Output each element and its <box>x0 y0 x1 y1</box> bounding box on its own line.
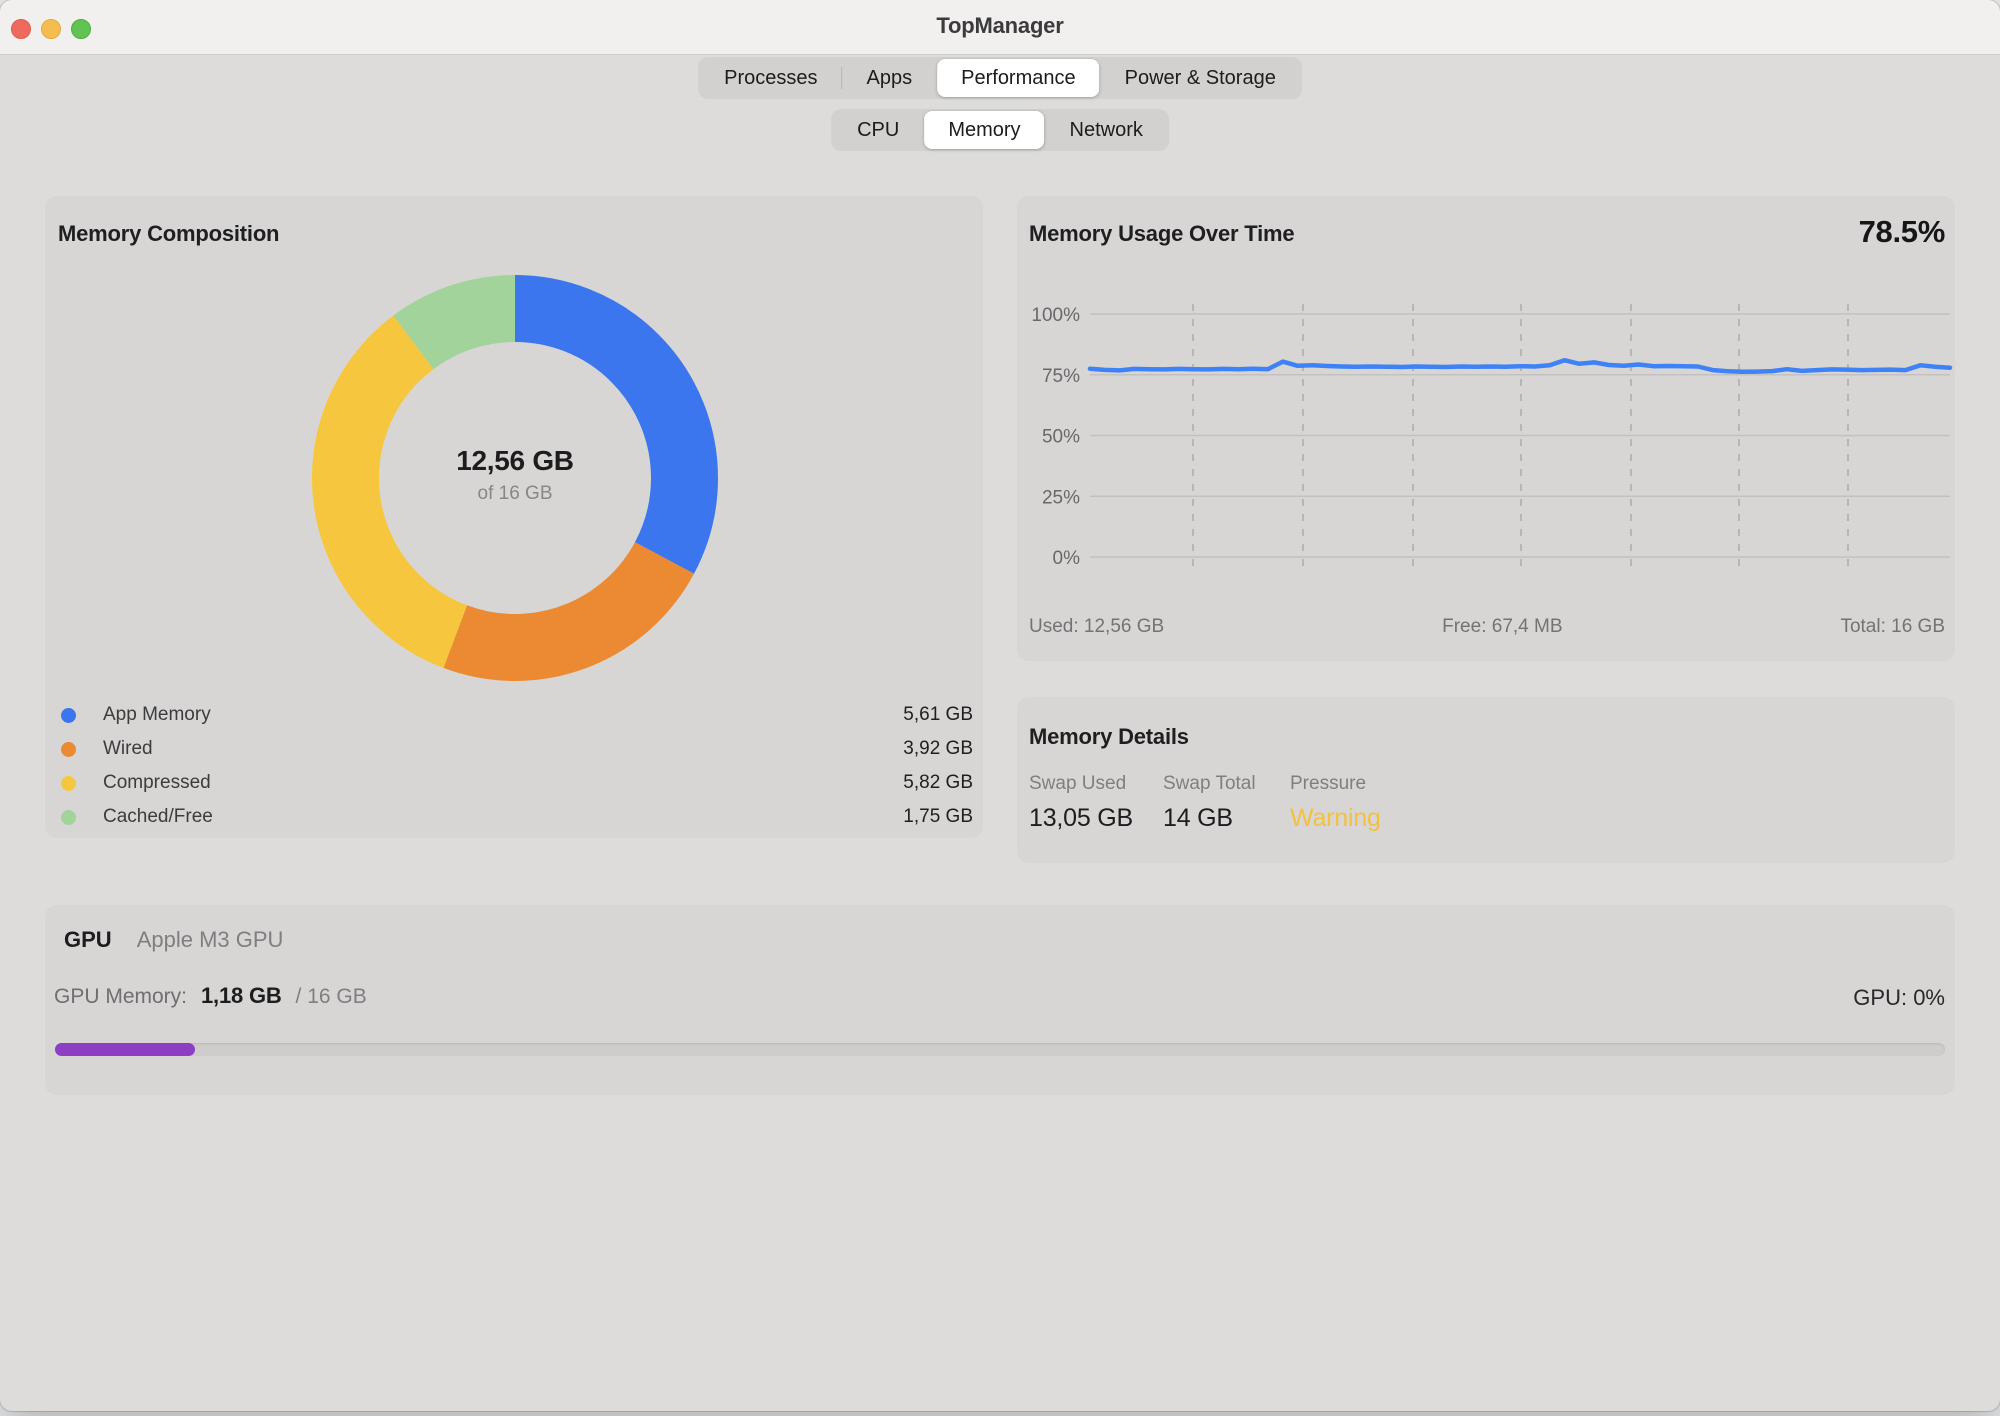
gpu-memory-used: 1,18 GB <box>201 983 282 1009</box>
main-tab-bar: ProcessesAppsPerformancePower & Storage <box>698 57 1302 99</box>
details-value: 14 GB <box>1163 804 1256 833</box>
usage-footer-used: Used: 12,56 GB <box>1029 616 1164 638</box>
y-axis-tick-label: 100% <box>1031 305 1080 326</box>
subtab-cpu[interactable]: CPU <box>833 111 923 149</box>
tab-power-storage[interactable]: Power & Storage <box>1101 59 1300 97</box>
details-col-pressure: Pressure Warning <box>1290 773 1381 833</box>
memory-details-title: Memory Details <box>1029 724 1189 750</box>
details-label: Swap Used <box>1029 773 1133 795</box>
memory-composition-panel: Memory Composition 12,56 GB of 16 GB App… <box>45 196 983 838</box>
memory-usage-series-line <box>1090 360 1950 372</box>
gpu-memory-label: GPU Memory: <box>54 985 187 1009</box>
subtab-memory[interactable]: Memory <box>924 111 1044 149</box>
app-window: TopManager ProcessesAppsPerformancePower… <box>0 0 2000 1411</box>
legend-item: Compressed 5,82 GB <box>61 766 973 800</box>
gpu-device-name: Apple M3 GPU <box>137 927 284 953</box>
legend-color-dot <box>61 708 76 723</box>
y-axis-tick-label: 50% <box>1042 427 1080 448</box>
gpu-panel: GPU Apple M3 GPU GPU Memory: 1,18 GB / 1… <box>45 905 1955 1095</box>
legend-value: 5,82 GB <box>903 772 973 794</box>
gpu-memory-total: / 16 GB <box>296 985 367 1009</box>
details-col-swap-total: Swap Total 14 GB <box>1163 773 1256 833</box>
memory-composition-legend: App Memory 5,61 GB Wired 3,92 GB Compressed 5… <box>61 698 973 834</box>
donut-center-text: 12,56 GB of 16 GB <box>365 445 665 505</box>
y-axis-tick-label: 0% <box>1053 548 1081 569</box>
subtab-network[interactable]: Network <box>1046 111 1167 149</box>
legend-label: Cached/Free <box>103 806 213 828</box>
y-axis-tick-label: 25% <box>1042 487 1080 508</box>
legend-item: Wired 3,92 GB <box>61 732 973 766</box>
legend-color-dot <box>61 776 76 791</box>
gpu-memory-row: GPU Memory: 1,18 GB / 16 GB <box>54 983 367 1009</box>
gpu-header: GPU Apple M3 GPU <box>64 927 283 953</box>
tab-processes[interactable]: Processes <box>700 59 841 97</box>
window-title: TopManager <box>0 13 2000 39</box>
gpu-memory-progress-track <box>55 1043 1945 1056</box>
details-label: Pressure <box>1290 773 1381 795</box>
usage-footer-total: Total: 16 GB <box>1840 616 1945 638</box>
legend-value: 3,92 GB <box>903 738 973 760</box>
legend-label: Compressed <box>103 772 211 794</box>
legend-value: 1,75 GB <box>903 806 973 828</box>
tab-apps[interactable]: Apps <box>843 59 937 97</box>
gpu-heading: GPU <box>64 927 112 953</box>
usage-footer-free: Free: 67,4 MB <box>1442 616 1562 638</box>
memory-composition-title: Memory Composition <box>58 221 279 247</box>
y-axis-tick-label: 75% <box>1042 366 1080 387</box>
legend-value: 5,61 GB <box>903 704 973 726</box>
memory-details-panel: Memory Details Swap Used 13,05 GB Swap Tot… <box>1017 697 1955 863</box>
legend-color-dot <box>61 810 76 825</box>
titlebar: TopManager <box>0 0 2000 55</box>
legend-label: App Memory <box>103 704 211 726</box>
memory-used-total: 12,56 GB <box>365 445 665 477</box>
details-value: 13,05 GB <box>1029 804 1133 833</box>
legend-item: App Memory 5,61 GB <box>61 698 973 732</box>
tab-performance[interactable]: Performance <box>937 59 1100 97</box>
memory-usage-line-chart: 100% 75% 50% 25% 0% <box>1017 196 1955 661</box>
memory-usage-panel: Memory Usage Over Time 78.5% 100%75%50%2… <box>1017 196 1955 661</box>
gpu-memory-progress-fill <box>55 1043 195 1056</box>
details-value: Warning <box>1290 804 1381 833</box>
details-col-swap-used: Swap Used 13,05 GB <box>1029 773 1133 833</box>
legend-color-dot <box>61 742 76 757</box>
gpu-usage-percent: GPU: 0% <box>1853 985 1945 1011</box>
legend-item: Cached/Free 1,75 GB <box>61 800 973 834</box>
legend-label: Wired <box>103 738 153 760</box>
memory-usage-footer: Used: 12,56 GB Free: 67,4 MB Total: 16 G… <box>1029 616 1945 638</box>
memory-capacity-caption: of 16 GB <box>365 483 665 505</box>
performance-sub-tab-bar: CPUMemoryNetwork <box>831 109 1169 151</box>
details-label: Swap Total <box>1163 773 1256 795</box>
